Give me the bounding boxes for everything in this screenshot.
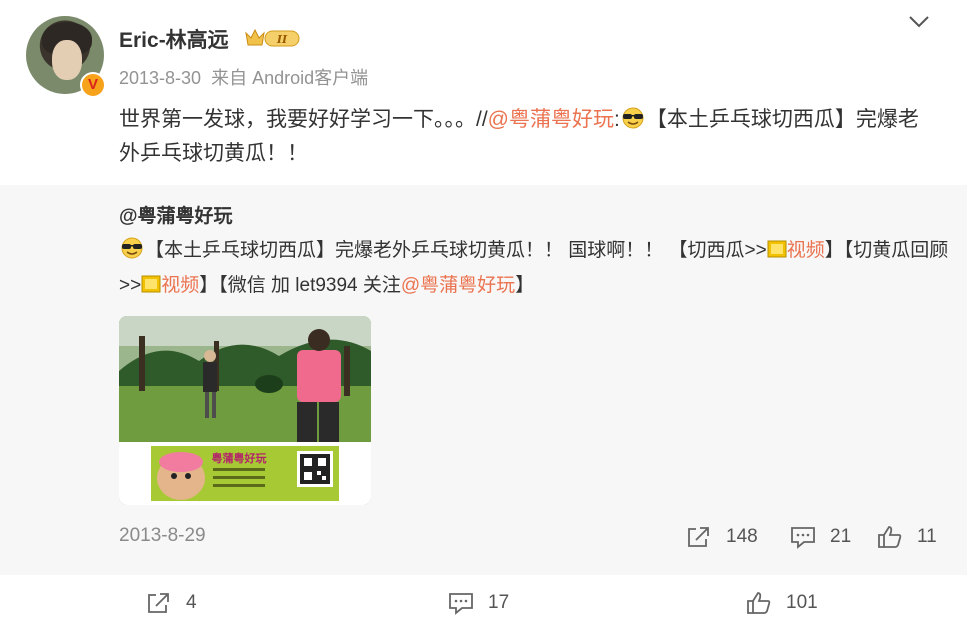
retweet-card[interactable]: @粤蒲粤好玩 【本土乒乓球切西瓜】完爆老外乒乓球切黄瓜！！ 国球啊！！ 【切西瓜…: [0, 185, 967, 575]
retweet-comment-count: 21: [830, 526, 852, 547]
post-date[interactable]: 2013-8-30: [119, 68, 201, 88]
like-button[interactable]: 101: [746, 591, 818, 615]
comment-icon: [449, 593, 473, 615]
sunglasses-emoji-icon: [622, 107, 644, 129]
video-link[interactable]: 视频: [787, 240, 825, 261]
retweet-text-segment: 】: [515, 275, 535, 296]
retweet-author[interactable]: @粤蒲粤好玩: [119, 201, 233, 228]
verified-badge-icon: V: [80, 72, 106, 98]
mention-link[interactable]: @粤蒲粤好玩: [488, 108, 614, 131]
share-count: 4: [186, 592, 197, 613]
share-button[interactable]: 4: [146, 591, 197, 615]
retweet-text: 【本土乒乓球切西瓜】完爆老外乒乓球切黄瓜！！ 国球啊！！ 【切西瓜>> 视频】【…: [119, 233, 949, 303]
post-meta: 2013-8-30 来自 Android客户端: [119, 64, 368, 90]
retweet-comment-button[interactable]: 21: [790, 525, 851, 549]
vip-level-label: II: [276, 33, 288, 46]
retweet-date[interactable]: 2013-8-29: [119, 525, 206, 547]
comment-count: 17: [488, 592, 510, 613]
like-icon: [878, 526, 902, 548]
share-icon: [148, 593, 169, 613]
like-count: 101: [786, 592, 818, 613]
chevron-down-icon[interactable]: [908, 14, 930, 30]
retweet-like-button[interactable]: 11: [877, 525, 937, 549]
like-icon: [747, 592, 771, 614]
sunglasses-emoji-icon: [121, 237, 143, 259]
comment-button[interactable]: 17: [448, 591, 509, 615]
retweet-like-count: 11: [917, 526, 937, 547]
mention-link[interactable]: @粤蒲粤好玩: [401, 275, 515, 296]
comment-icon: [791, 527, 815, 549]
post-text-segment: 世界第一发球，我要好好学习一下。。。//: [119, 108, 488, 131]
retweet-share-button[interactable]: 148: [686, 525, 758, 549]
thumbnail-image: 粤蒲粤好玩: [119, 316, 371, 505]
video-link-icon: [141, 275, 161, 293]
video-link[interactable]: 视频: [161, 275, 199, 296]
post-action-bar: 4 17 101: [0, 575, 967, 636]
video-thumbnail[interactable]: 粤蒲粤好玩: [119, 316, 371, 505]
share-icon: [688, 527, 709, 547]
post-header: V Eric-林高远 II 2013-8-30 来自 Android客户端 世界第…: [0, 0, 967, 185]
retweet-text-segment: 】【微信 加 let9394 关注: [199, 275, 401, 296]
retweet-text-segment: 【本土乒乓球切西瓜】完爆老外乒乓球切黄瓜！！ 国球啊！！ 【切西瓜>>: [145, 240, 767, 261]
post-source: 来自 Android客户端: [211, 68, 369, 88]
thumbnail-banner-title: 粤蒲粤好玩: [212, 451, 267, 465]
author-name[interactable]: Eric-林高远: [119, 24, 229, 54]
video-link-icon: [767, 240, 787, 258]
post-text: 世界第一发球，我要好好学习一下。。。//@粤蒲粤好玩: 【本土乒乓球切西瓜】完爆…: [119, 103, 919, 171]
retweet-share-count: 148: [726, 526, 758, 547]
vip-crown-badge-icon[interactable]: II: [243, 27, 301, 49]
